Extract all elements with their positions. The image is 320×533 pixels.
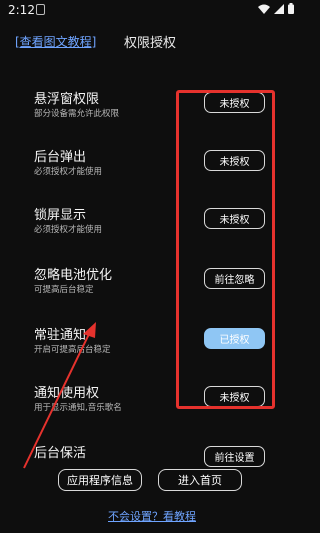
permission-item-lockscreen: 锁屏显示 必须授权才能使用 未授权 <box>0 204 300 244</box>
authorized-button[interactable]: 已授权 <box>204 328 265 349</box>
permission-title: 锁屏显示 <box>34 208 87 223</box>
notification-icon <box>36 4 45 15</box>
permission-item-floating-window: 悬浮窗权限 部分设备需允许此权限 未授权 <box>0 88 300 128</box>
permission-title: 忽略电池优化 <box>34 268 113 283</box>
permission-desc: 可提高后台稳定 <box>34 285 94 295</box>
authorize-button[interactable]: 未授权 <box>204 386 265 407</box>
enter-home-button[interactable]: 进入首页 <box>158 469 242 491</box>
permission-item-background-popup: 后台弹出 必须授权才能使用 未授权 <box>0 146 300 186</box>
authorize-button[interactable]: 未授权 <box>204 92 265 113</box>
tutorial-link[interactable]: [查看图文教程] <box>15 33 96 50</box>
status-icons <box>258 3 294 14</box>
permission-title: 常驻通知 <box>34 328 87 343</box>
header: [查看图文教程] 权限授权 <box>0 30 300 56</box>
permission-title: 后台弹出 <box>34 150 87 165</box>
permission-item-keep-alive: 后台保活 前往设置 <box>0 442 300 482</box>
authorize-button[interactable]: 未授权 <box>204 208 265 229</box>
permission-item-persistent-notification: 常驻通知 开启可提高后台稳定 已授权 <box>0 324 300 364</box>
battery-icon <box>288 3 294 14</box>
tutorial-bottom-link[interactable]: 不会设置？看教程 <box>108 508 196 524</box>
permission-desc: 必须授权才能使用 <box>34 225 103 235</box>
permission-desc: 开启可提高后台稳定 <box>34 345 111 355</box>
page-title: 权限授权 <box>124 36 177 51</box>
go-settings-button[interactable]: 前往设置 <box>204 446 265 467</box>
signal-icon <box>274 3 284 14</box>
permission-title: 后台保活 <box>34 446 87 461</box>
permission-item-notification-access: 通知使用权 用于显示通知,音乐歌名 未授权 <box>0 382 300 422</box>
permission-title: 悬浮窗权限 <box>34 92 100 107</box>
permission-item-battery-optimization: 忽略电池优化 可提高后台稳定 前往忽略 <box>0 264 300 304</box>
status-bar: 2:12 <box>0 0 300 22</box>
permission-desc: 必须授权才能使用 <box>34 167 103 177</box>
permission-desc: 用于显示通知,音乐歌名 <box>34 403 122 413</box>
authorize-button[interactable]: 未授权 <box>204 150 265 171</box>
permission-desc: 部分设备需允许此权限 <box>34 109 120 119</box>
permission-title: 通知使用权 <box>34 386 100 401</box>
app-info-button[interactable]: 应用程序信息 <box>58 469 142 491</box>
status-time: 2:12 <box>8 3 35 17</box>
wifi-icon <box>258 4 270 14</box>
ignore-optimization-button[interactable]: 前往忽略 <box>204 268 265 289</box>
